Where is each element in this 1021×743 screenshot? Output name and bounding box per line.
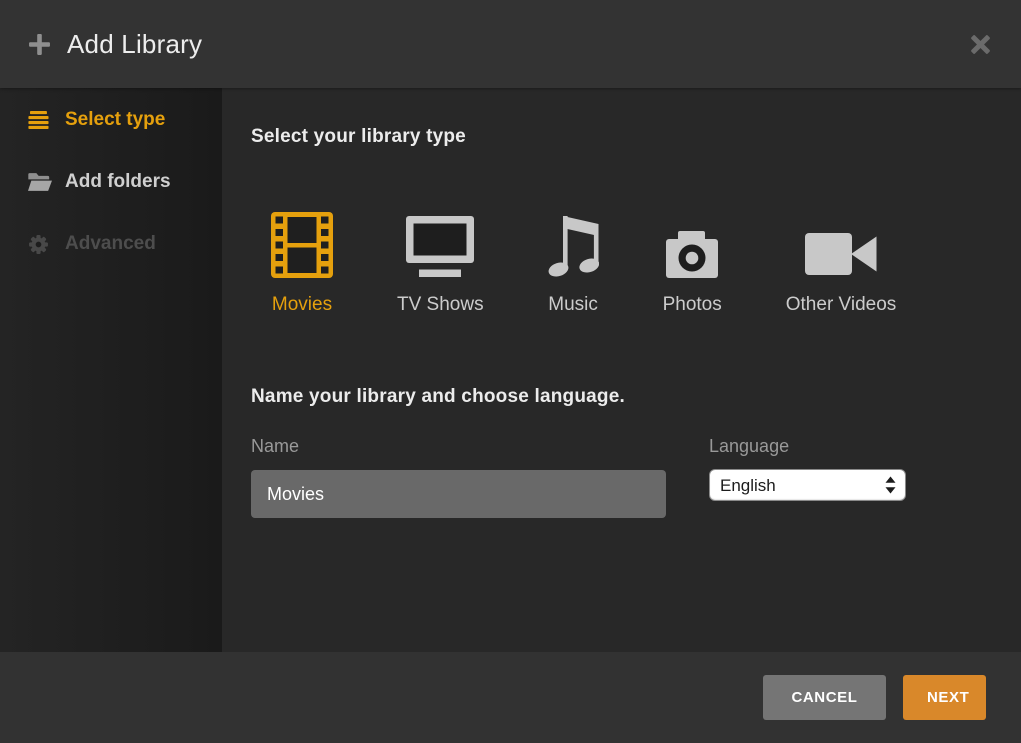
name-label: Name [251,436,666,457]
library-name-input[interactable] [251,470,666,518]
dialog-title: Add Library [67,29,202,60]
wizard-sidebar: Select type Add folders [0,88,222,652]
name-language-heading: Name your library and choose language. [251,384,1021,410]
library-type-other-videos[interactable]: Other Videos [786,212,897,316]
dialog-body: Select type Add folders [0,88,1021,652]
library-type-label: Music [548,294,598,316]
library-type-row: Movies TV Shows [271,212,1021,316]
music-note-icon [548,212,599,278]
plus-icon [28,33,51,56]
library-type-music[interactable]: Music [548,212,599,316]
library-type-label: Movies [272,294,332,316]
sidebar-item-label: Select type [65,109,165,131]
add-library-dialog: Add Library [0,0,1021,743]
library-type-label: TV Shows [397,294,484,316]
dialog-header: Add Library [0,0,1021,88]
sidebar-item-add-folders[interactable]: Add folders [28,162,222,202]
sidebar-item-label: Advanced [65,233,156,255]
library-type-photos[interactable]: Photos [663,212,722,316]
film-strip-icon [271,212,333,278]
cancel-button[interactable]: CANCEL [763,675,886,720]
list-lines-icon [28,111,52,129]
next-button[interactable]: NEXT [903,675,986,720]
tv-icon [406,212,474,278]
wizard-main: Select your library type [222,88,1021,652]
gear-icon [28,234,52,255]
library-type-movies[interactable]: Movies [271,212,333,316]
name-language-form: Name Language English [251,436,1021,518]
sidebar-item-label: Add folders [65,171,171,193]
camera-icon [666,212,718,278]
library-type-tv-shows[interactable]: TV Shows [397,212,484,316]
dialog-footer: CANCEL NEXT [0,652,1021,743]
sidebar-item-select-type[interactable]: Select type [28,100,222,140]
library-type-label: Other Videos [786,294,897,316]
sidebar-item-advanced[interactable]: Advanced [28,224,222,264]
folder-icon [28,173,52,191]
close-icon[interactable] [970,34,991,55]
language-label: Language [709,436,906,457]
language-select[interactable]: English [709,469,906,501]
video-camera-icon [805,212,878,278]
library-type-heading: Select your library type [251,124,1021,150]
library-type-label: Photos [663,294,722,316]
